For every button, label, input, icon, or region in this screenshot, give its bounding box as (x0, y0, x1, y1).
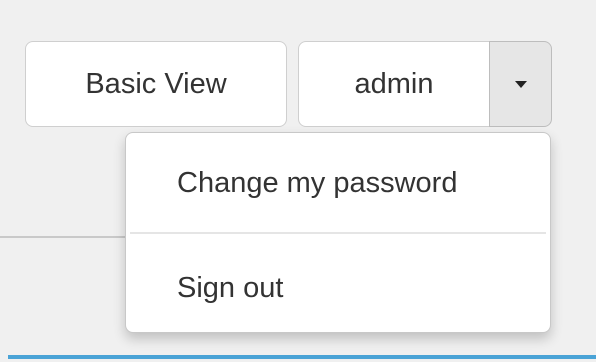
accent-bar (8, 355, 596, 359)
page: Basic View admin Change my password Sign… (0, 0, 596, 362)
menu-divider (130, 232, 546, 234)
caret-down-icon (514, 80, 527, 88)
basic-view-button[interactable]: Basic View (25, 41, 287, 127)
sign-out-label: Sign out (177, 271, 284, 304)
change-password-label: Change my password (177, 166, 458, 199)
user-label: admin (354, 67, 434, 100)
sign-out-menu-item[interactable]: Sign out (126, 255, 550, 321)
basic-view-label: Basic View (85, 67, 227, 100)
user-dropdown-menu: Change my password Sign out (125, 132, 551, 333)
user-button[interactable]: admin (298, 41, 490, 127)
content-divider (0, 236, 130, 238)
user-menu-toggle-button[interactable] (489, 41, 552, 127)
change-password-menu-item[interactable]: Change my password (126, 147, 550, 219)
